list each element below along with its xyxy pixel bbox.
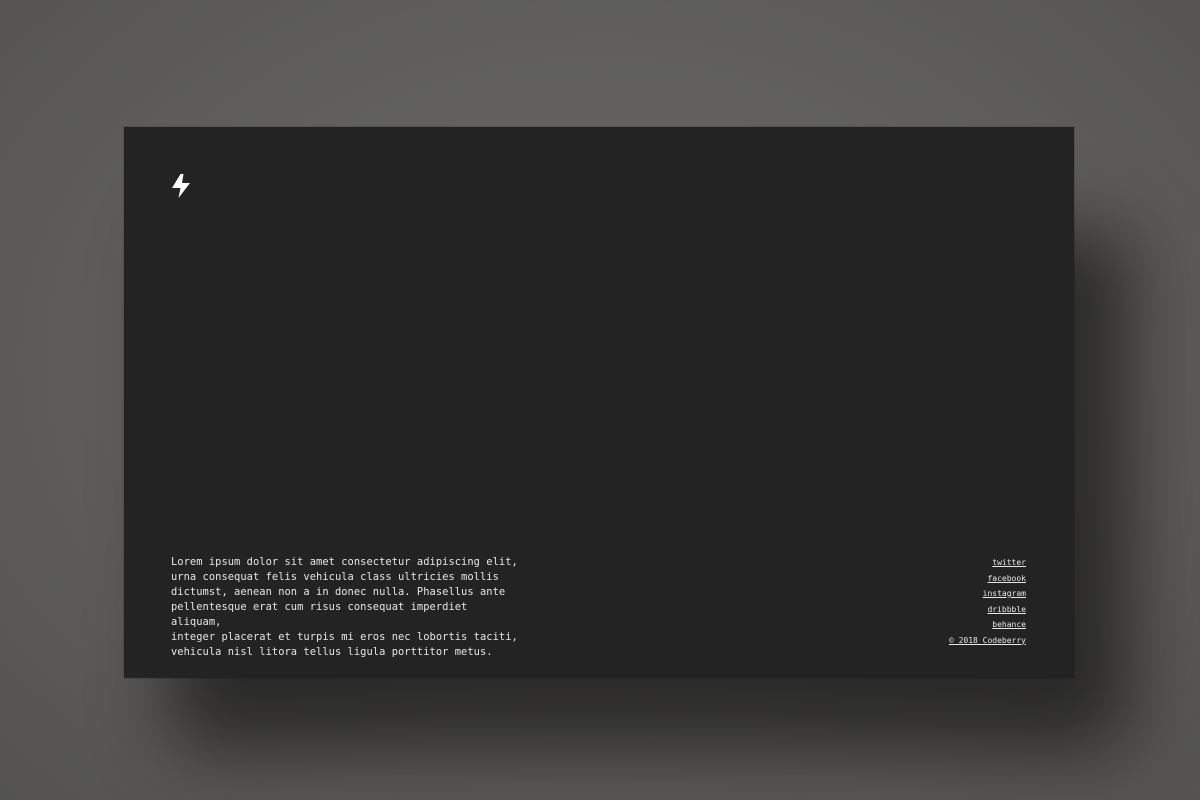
- list-item: instagram: [949, 586, 1026, 602]
- landing-card: Lorem ipsum dolor sit amet consectetur a…: [124, 127, 1074, 678]
- list-item: facebook: [949, 571, 1026, 587]
- twitter-link[interactable]: twitter: [992, 558, 1026, 567]
- list-item: behance: [949, 617, 1026, 633]
- lightning-bolt-icon[interactable]: [170, 173, 192, 199]
- facebook-link[interactable]: facebook: [987, 574, 1026, 583]
- dribbble-link[interactable]: dribbble: [987, 605, 1026, 614]
- lightning-bolt-icon-graphic: [172, 174, 190, 198]
- social-links-list: twitter facebook instagram dribbble beha…: [949, 555, 1026, 648]
- list-item: dribbble: [949, 602, 1026, 618]
- intro-paragraph: Lorem ipsum dolor sit amet consectetur a…: [171, 556, 518, 658]
- list-item: twitter: [949, 555, 1026, 571]
- list-item: © 2018 Codeberry: [949, 633, 1026, 649]
- behance-link[interactable]: behance: [992, 620, 1026, 629]
- instagram-link[interactable]: instagram: [983, 589, 1026, 598]
- copyright-text: © 2018 Codeberry: [948, 635, 1026, 645]
